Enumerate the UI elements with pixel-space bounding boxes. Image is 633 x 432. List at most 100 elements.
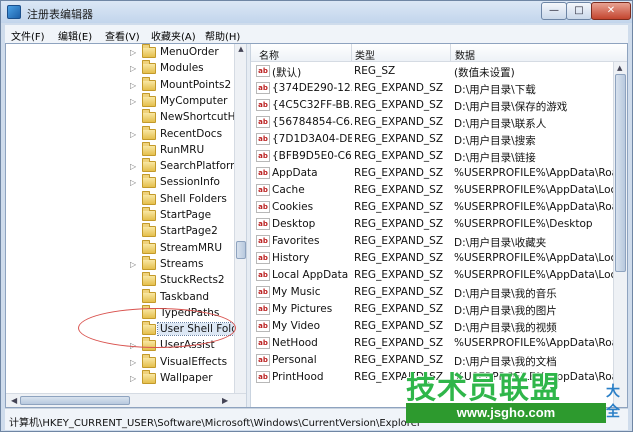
folder-icon (142, 141, 156, 156)
table-row[interactable]: ab NetHood REG_EXPAND_SZ %USERPROFILE%\AppD… (251, 335, 614, 352)
tree-scroll-up-icon[interactable]: ▲ (236, 45, 246, 55)
tree-expand-icon[interactable]: ▷ (130, 374, 136, 383)
tree-item[interactable]: ▷ MountPoints2 (6, 76, 234, 94)
tree-item-label: VisualEffects (160, 355, 228, 368)
value-data: D:\用户目录\我的图片 (454, 305, 557, 317)
tree-hscroll-thumb[interactable] (20, 396, 130, 405)
value-name: NetHood (272, 337, 318, 349)
tree-expand-icon[interactable]: ▷ (130, 260, 136, 269)
string-value-icon: ab (256, 167, 270, 179)
tree-item[interactable]: ▷ SearchPlatform (6, 158, 240, 175)
menu-file[interactable]: 文件(F) (11, 28, 45, 43)
tree-expand-icon[interactable]: ▷ (130, 162, 136, 171)
tree-expand-icon[interactable]: ▷ (130, 64, 136, 73)
string-value-icon: ab (256, 269, 270, 281)
tree-item-label: StuckRects2 (160, 274, 225, 287)
column-header-data[interactable]: 数据 (455, 47, 475, 62)
list-scroll-up-icon[interactable]: ▲ (617, 64, 622, 72)
table-row[interactable]: ab My Video REG_EXPAND_SZ D:\用户目录\我的视频 (251, 318, 613, 335)
tree-scroll-thumb[interactable] (236, 241, 246, 259)
menu-favorites[interactable]: 收藏夹(A) (151, 28, 196, 43)
value-type: REG_EXPAND_SZ (354, 133, 444, 145)
tree-item[interactable]: StartPage2 (6, 223, 234, 240)
tree-expand-icon[interactable]: ▷ (130, 358, 136, 367)
tree-expand-icon[interactable]: ▷ (130, 48, 136, 57)
table-row[interactable]: ab My Music REG_EXPAND_SZ D:\用户目录\我的音乐 (251, 284, 613, 301)
watermark-side-text: 大全 (606, 384, 620, 420)
table-row[interactable]: ab Desktop REG_EXPAND_SZ %USERPROFILE%\Desk… (251, 216, 613, 233)
tree-vertical-scrollbar[interactable]: ▲ (234, 44, 246, 393)
folder-icon (142, 60, 156, 75)
table-row[interactable]: ab{7D1D3A04-DE...REG_EXPAND_SZ D:\用户目录\搜索 (251, 131, 613, 148)
value-name: Personal (272, 354, 317, 366)
menu-edit[interactable]: 编辑(E) (58, 28, 92, 43)
column-header-type[interactable]: 类型 (355, 47, 375, 62)
column-separator[interactable] (351, 44, 352, 62)
tree-expand-icon[interactable]: ▷ (130, 130, 136, 139)
string-value-icon: ab (256, 82, 270, 94)
column-separator[interactable] (450, 44, 451, 62)
table-row[interactable]: ab Local AppData REG_EXPAND_SZ %USERPROFILE… (251, 267, 614, 284)
tree-item[interactable]: ▷ SessionInfo (6, 174, 234, 191)
value-name: {374DE290-12... (272, 82, 352, 94)
tree-item[interactable]: Taskband (6, 288, 234, 306)
string-value-icon: ab (256, 116, 270, 128)
tree-item[interactable]: ▷ Modules (6, 60, 234, 77)
tree-horizontal-scrollbar[interactable]: ◀ ▶ (6, 393, 246, 407)
tree-item[interactable]: ▷ Wallpaper (6, 370, 234, 387)
tree-expand-icon[interactable]: ▷ (130, 178, 136, 187)
tree-item-label: Shell Folders (160, 192, 227, 205)
maximize-button[interactable]: □ (566, 2, 592, 20)
tree-expand-icon[interactable]: ▷ (130, 81, 136, 90)
table-row[interactable]: ab Favorites REG_EXPAND_SZ D:\用户目录\收藏夹 (251, 233, 613, 250)
value-type: REG_SZ (354, 65, 396, 77)
registry-editor-window: 注册表编辑器 — □ ✕ 文件(F) 编辑(E) 查看(V) 收藏夹(A) 帮助… (0, 0, 633, 432)
table-row[interactable]: ab My Pictures REG_EXPAND_SZ D:\用户目录\我的图片 (251, 301, 613, 318)
window-title: 注册表编辑器 (27, 8, 93, 21)
table-row[interactable]: ab {56784854-C6... REG_EXPAND_SZ D:\用户目录\联系… (251, 114, 613, 131)
menu-help[interactable]: 帮助(H) (205, 28, 240, 43)
table-row[interactable]: ab (默认) REG_SZ (数值未设置) (251, 63, 613, 80)
tree-item-label: SearchPlatform (160, 160, 241, 173)
value-name: {56784854-C6... (272, 116, 352, 128)
string-value-icon: ab (256, 218, 270, 230)
list-vertical-scrollbar[interactable]: ▲ (613, 62, 627, 407)
tree-scroll-left-icon[interactable]: ◀ (11, 396, 17, 405)
title-bar[interactable]: 注册表编辑器 — □ ✕ (1, 1, 632, 23)
close-button[interactable]: ✕ (591, 2, 631, 20)
tree-item[interactable]: ▷ RecentDocs (6, 125, 234, 143)
value-data: %USERPROFILE%\AppData\Local\ (454, 252, 614, 264)
value-name: My Video (272, 320, 321, 332)
tree-item[interactable]: StreamMRU (6, 239, 234, 257)
tree-item[interactable]: StuckRects2 (6, 272, 234, 289)
table-row[interactable]: ab Cache REG_EXPAND_SZ %USERPROFILE%\AppDat… (251, 182, 614, 199)
column-header-name[interactable]: 名称 (259, 47, 279, 62)
table-row[interactable]: ab {4C5C32FF-BB... REG_EXPAND_SZ D:\用户目录\保存… (251, 97, 613, 114)
tree-item[interactable]: StartPage (6, 207, 234, 224)
tree-item[interactable]: ▷ MenuOrder (6, 44, 234, 61)
tree-item[interactable]: NewShortcutHa (6, 109, 242, 126)
tree-expand-icon[interactable]: ▷ (130, 97, 136, 106)
tree-item[interactable]: ▷ MyComputer (6, 92, 234, 110)
tree-item-label: Taskband (160, 290, 210, 303)
tree-item-label: RunMRU (160, 143, 205, 156)
table-row[interactable]: ab {374DE290-12... REG_EXPAND_SZ D:\用户目录\下载 (251, 80, 613, 97)
value-type: REG_EXPAND_SZ (354, 116, 444, 128)
tree-item[interactable]: ▷ Streams (6, 255, 234, 273)
menu-view[interactable]: 查看(V) (105, 28, 140, 43)
folder-icon (142, 44, 156, 58)
folder-icon (142, 158, 156, 173)
table-row[interactable]: ab History REG_EXPAND_SZ %USERPROFILE%\AppD… (251, 250, 614, 267)
tree-scroll-right-icon[interactable]: ▶ (222, 396, 228, 405)
table-row[interactable]: ab AppData REG_EXPAND_SZ %USERPROFILE%\AppD… (251, 165, 614, 182)
minimize-button[interactable]: — (541, 2, 567, 20)
tree-item[interactable]: ▷ VisualEffects (6, 353, 234, 371)
value-name: Cache (272, 184, 305, 196)
value-list: 名称 类型 数据 ab (默认) REG_SZ (数值未设置) ab {374DE290-… (251, 44, 627, 407)
table-row[interactable]: ab Cookies REG_EXPAND_SZ %USERPROFILE%\AppD… (251, 199, 614, 216)
tree-item[interactable]: RunMRU (6, 141, 234, 159)
list-scroll-thumb[interactable] (615, 74, 626, 272)
tree-item[interactable]: Shell Folders (6, 190, 234, 208)
table-row[interactable]: ab{BFB9D5E0-C6...REG_EXPAND_SZ D:\用户目录\链接 (251, 148, 613, 165)
value-data: D:\用户目录\收藏夹 (454, 237, 547, 249)
